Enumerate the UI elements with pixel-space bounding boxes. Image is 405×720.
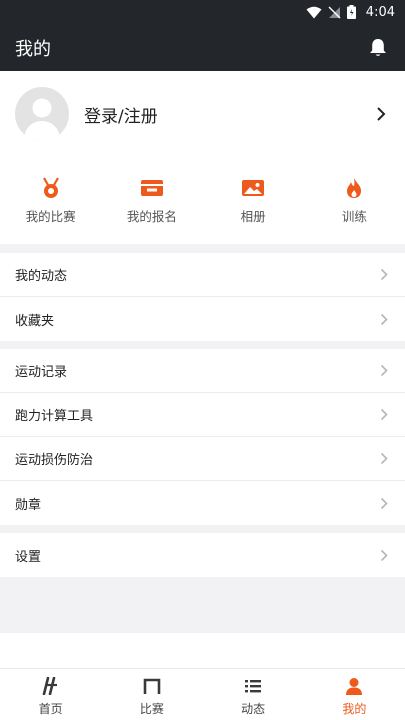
menu-item-my-activity[interactable]: 我的动态 — [0, 253, 405, 297]
chevron-right-icon — [380, 497, 388, 509]
chevron-right-icon — [380, 313, 388, 325]
medal-icon — [42, 177, 59, 198]
tab-feed[interactable]: 动态 — [203, 669, 304, 720]
shortcut-album[interactable]: 相册 — [203, 157, 304, 244]
menu-item-injury-prevention[interactable]: 运动损伤防治 — [0, 437, 405, 481]
photo-album-icon — [242, 180, 265, 196]
clock: 4:04 — [365, 4, 395, 20]
menu-item-workout-records[interactable]: 运动记录 — [0, 349, 405, 393]
tab-label: 比赛 — [139, 702, 164, 716]
race-icon — [143, 678, 161, 694]
chevron-right-icon — [380, 452, 388, 465]
chevron-right-icon — [380, 408, 388, 421]
home-icon — [42, 677, 57, 695]
app-header: 我的 — [0, 24, 405, 71]
shortcut-my-races[interactable]: 我的比赛 — [0, 157, 101, 244]
menu-item-label: 收藏夹 — [15, 313, 55, 329]
wifi-icon — [306, 6, 322, 18]
profile-icon — [346, 678, 363, 695]
chevron-right-icon — [377, 107, 386, 121]
login-register-link[interactable]: 登录/注册 — [84, 102, 376, 127]
menu-group-tools: 运动记录 跑力计算工具 运动损伤防治 勋章 — [0, 349, 405, 525]
menu-item-label: 运动损伤防治 — [15, 453, 94, 468]
tab-label: 我的 — [342, 702, 367, 716]
no-signal-icon — [328, 6, 341, 18]
bottom-tab-bar: 首页 比赛 动态 我的 — [0, 668, 405, 720]
menu-item-label: 勋章 — [15, 497, 42, 513]
tab-mine[interactable]: 我的 — [304, 669, 405, 720]
default-avatar-icon — [24, 98, 60, 141]
menu-item-running-calculator[interactable]: 跑力计算工具 — [0, 393, 405, 437]
shortcut-label: 训练 — [341, 209, 367, 224]
shortcut-training[interactable]: 训练 — [304, 157, 405, 244]
menu-item-medals[interactable]: 勋章 — [0, 481, 405, 525]
bell-icon[interactable] — [369, 38, 387, 58]
menu-item-label: 设置 — [15, 549, 42, 565]
feed-list-icon — [245, 680, 262, 693]
shortcut-label: 相册 — [240, 209, 266, 224]
menu-item-label: 我的动态 — [15, 269, 68, 284]
tab-label: 动态 — [241, 702, 266, 716]
battery-icon — [346, 5, 356, 19]
chevron-right-icon — [380, 549, 388, 561]
shortcut-label: 我的报名 — [126, 209, 177, 224]
status-bar: 4:04 — [0, 0, 405, 24]
bottom-spacer — [0, 633, 405, 668]
shortcut-label: 我的比赛 — [25, 209, 76, 224]
shortcut-my-registrations[interactable]: 我的报名 — [101, 157, 202, 244]
menu-item-label: 跑力计算工具 — [15, 409, 94, 424]
page-title: 我的 — [15, 38, 51, 60]
tab-races[interactable]: 比赛 — [101, 669, 202, 720]
flame-icon — [347, 178, 362, 198]
ticket-icon — [140, 180, 163, 196]
shortcut-grid: 我的比赛 我的报名 相册 训练 — [0, 157, 405, 244]
tab-home[interactable]: 首页 — [0, 669, 101, 720]
menu-item-label: 运动记录 — [15, 365, 68, 380]
avatar — [15, 87, 69, 141]
profile-login-row[interactable]: 登录/注册 — [0, 71, 405, 157]
chevron-right-icon — [380, 268, 388, 281]
menu-item-favorites[interactable]: 收藏夹 — [0, 297, 405, 341]
menu-group-settings: 设置 — [0, 533, 405, 577]
chevron-right-icon — [380, 364, 388, 377]
menu-item-settings[interactable]: 设置 — [0, 533, 405, 577]
tab-label: 首页 — [38, 702, 63, 716]
menu-group-social: 我的动态 收藏夹 — [0, 253, 405, 341]
